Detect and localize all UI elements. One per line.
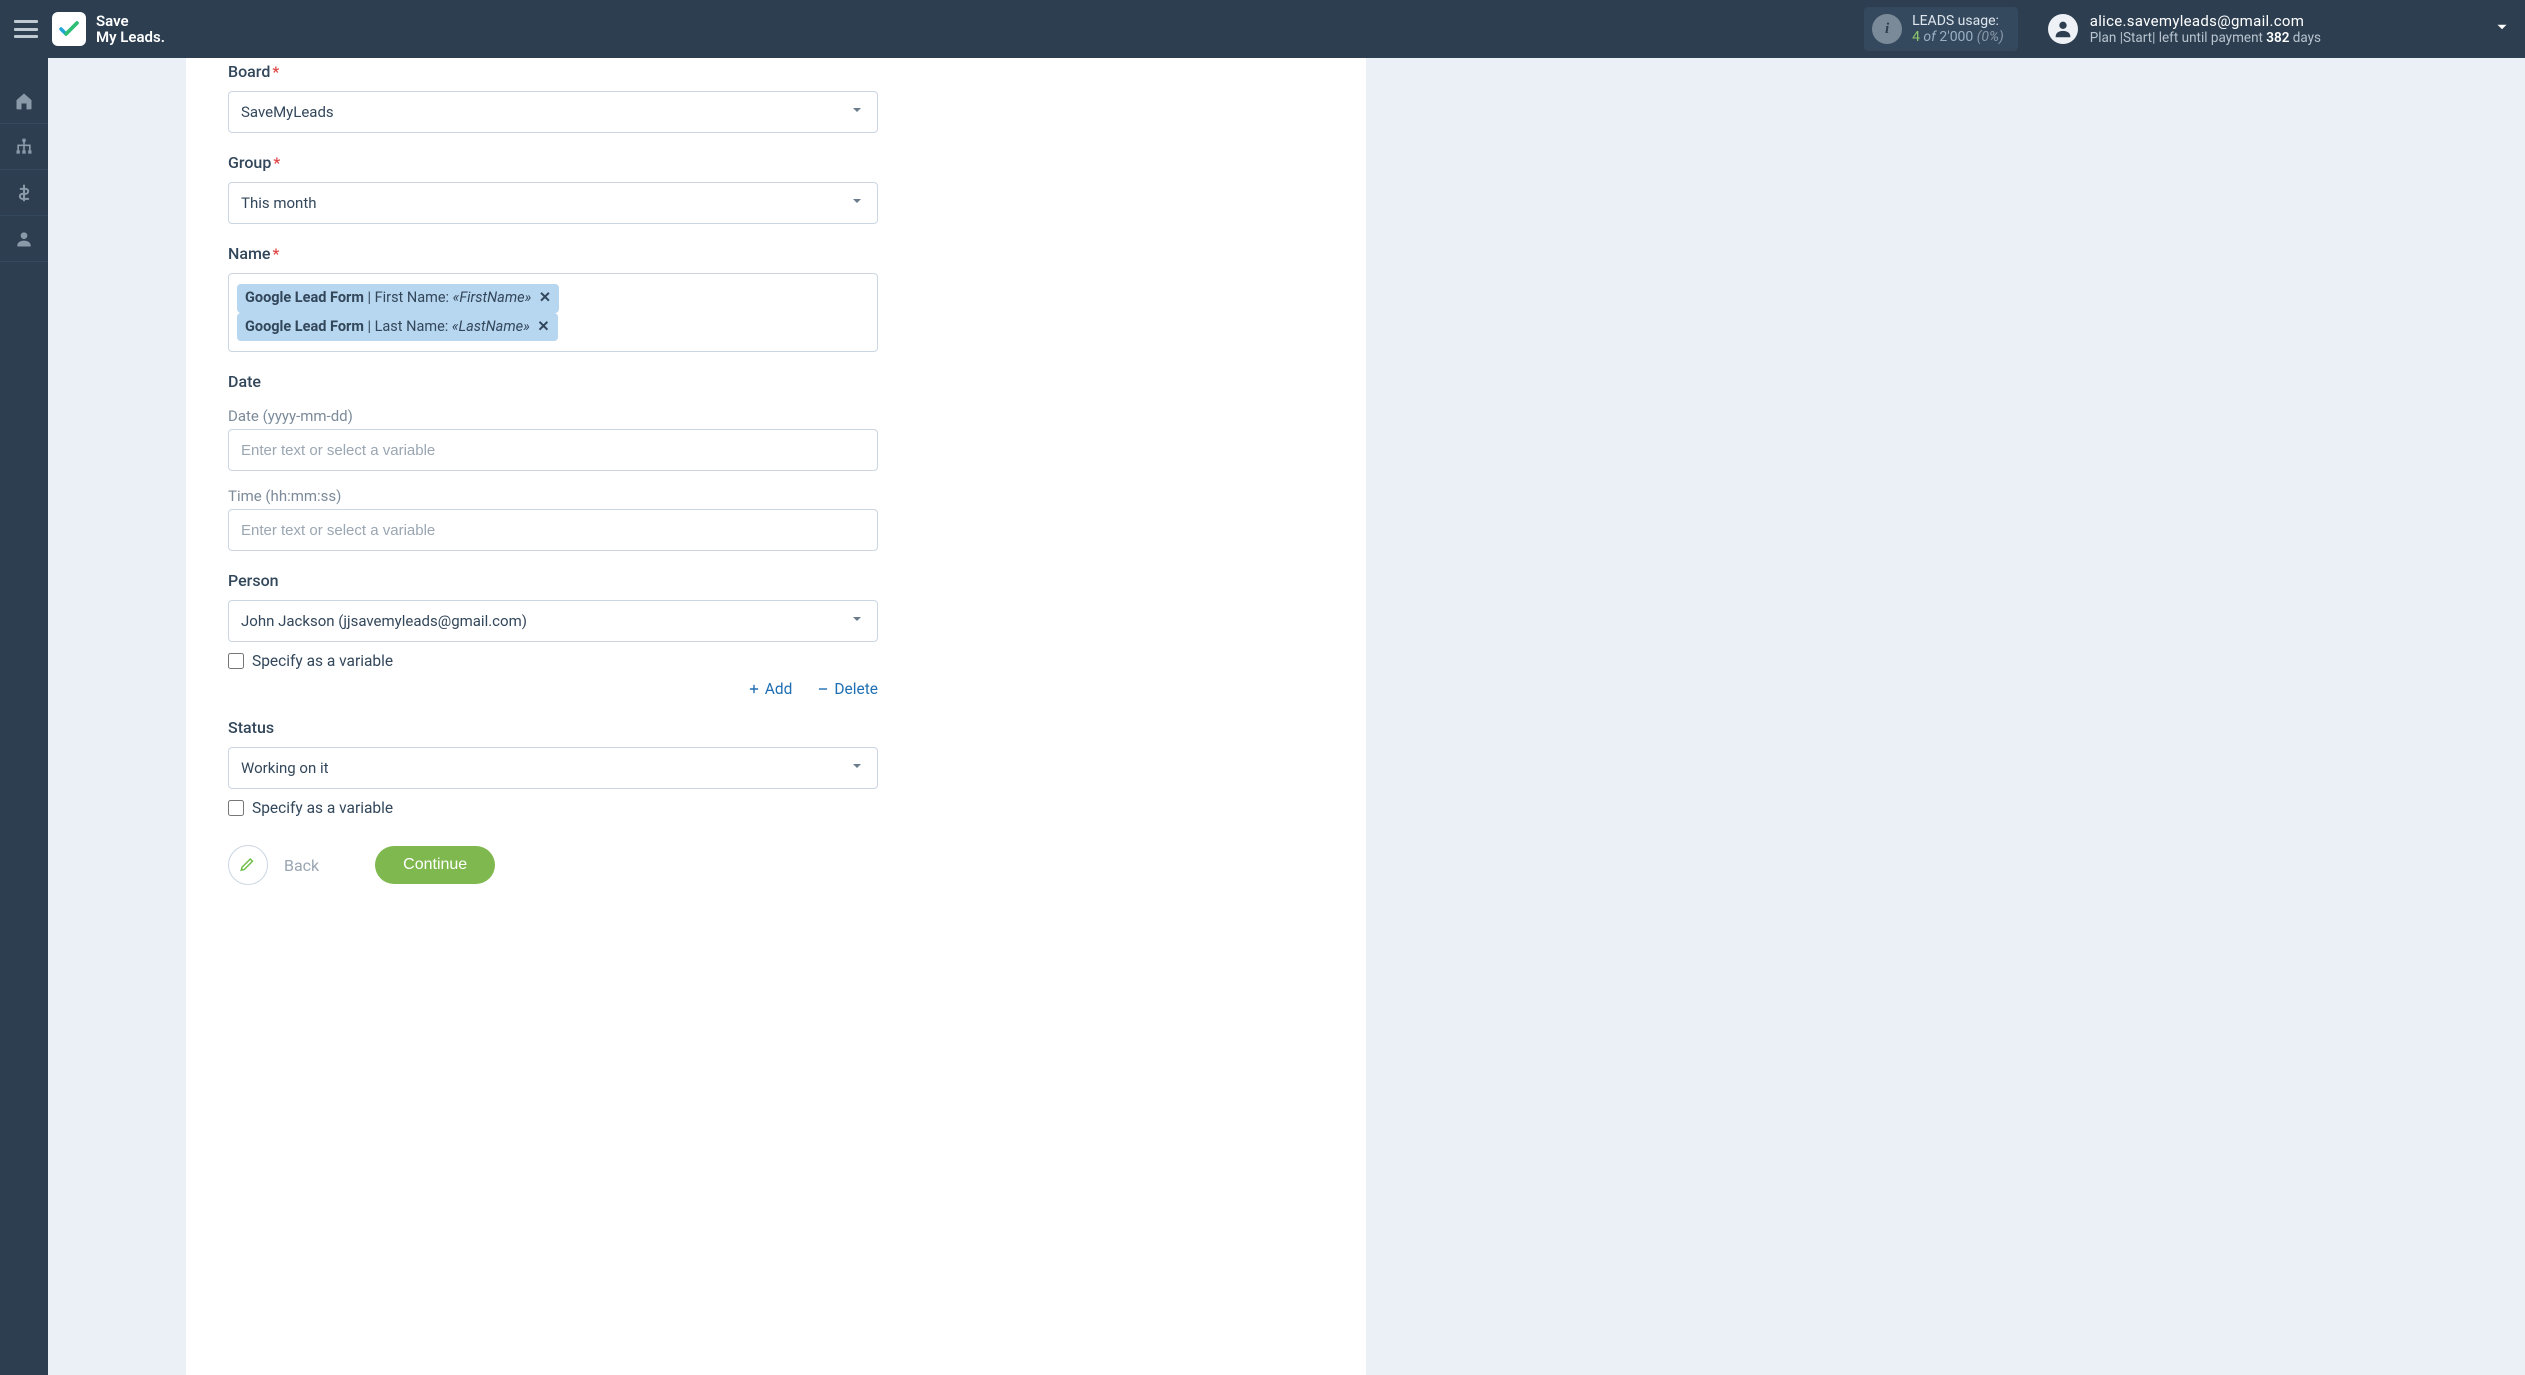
status-label: Status xyxy=(228,718,878,737)
chevron-down-icon xyxy=(849,193,865,213)
chevron-down-icon xyxy=(849,102,865,122)
continue-button[interactable]: Continue xyxy=(375,846,495,884)
status-value: Working on it xyxy=(241,759,329,777)
board-value: SaveMyLeads xyxy=(241,103,334,121)
date-label: Date xyxy=(228,372,878,391)
required-mark: * xyxy=(272,63,279,81)
person-label: Person xyxy=(228,571,878,590)
chevron-down-icon xyxy=(849,758,865,778)
token-remove-icon[interactable]: ✕ xyxy=(539,289,551,306)
sidebar xyxy=(0,58,48,1375)
name-tokenbox[interactable]: Google Lead Form | First Name: «FirstNam… xyxy=(228,273,878,352)
sidebar-item-connections[interactable] xyxy=(0,124,48,170)
person-select[interactable]: John Jackson (jjsavemyleads@gmail.com) xyxy=(228,600,878,642)
brand-line2: My Leads. xyxy=(96,29,165,46)
brand-line1: Save xyxy=(96,13,165,30)
usage-value: 4 of 2'000 (0%) xyxy=(1912,29,2004,45)
group-select[interactable]: This month xyxy=(228,182,878,224)
person-specify-row[interactable]: Specify as a variable xyxy=(228,652,878,670)
person-specify-checkbox[interactable] xyxy=(228,653,244,669)
hamburger-menu[interactable] xyxy=(14,20,38,38)
status-specify-label: Specify as a variable xyxy=(252,799,393,817)
chevron-down-icon xyxy=(849,611,865,631)
person-specify-label: Specify as a variable xyxy=(252,652,393,670)
back-button[interactable] xyxy=(228,845,268,885)
name-token-0[interactable]: Google Lead Form | First Name: «FirstNam… xyxy=(237,284,559,313)
avatar-icon xyxy=(2048,14,2078,44)
add-button[interactable]: Add xyxy=(747,680,793,698)
brand-text: Save My Leads. xyxy=(96,13,165,46)
status-specify-row[interactable]: Specify as a variable xyxy=(228,799,878,817)
chevron-down-icon[interactable] xyxy=(2493,18,2511,40)
name-label: Name xyxy=(228,244,270,263)
required-mark: * xyxy=(272,245,279,263)
status-specify-checkbox[interactable] xyxy=(228,800,244,816)
sidebar-item-home[interactable] xyxy=(0,78,48,124)
sidebar-item-account[interactable] xyxy=(0,216,48,262)
date-sublabel: Date (yyyy-mm-dd) xyxy=(228,407,878,425)
usage-box: i LEADS usage: 4 of 2'000 (0%) xyxy=(1864,7,2018,51)
group-value: This month xyxy=(241,194,316,212)
account-email: alice.savemyleads@gmail.com xyxy=(2090,12,2321,30)
sidebar-item-billing[interactable] xyxy=(0,170,48,216)
info-icon: i xyxy=(1872,14,1902,44)
usage-label: LEADS usage: xyxy=(1912,13,2004,29)
person-value: John Jackson (jjsavemyleads@gmail.com) xyxy=(241,612,527,630)
token-remove-icon[interactable]: ✕ xyxy=(537,318,549,335)
time-sublabel: Time (hh:mm:ss) xyxy=(228,487,878,505)
date-input[interactable] xyxy=(228,429,878,471)
delete-button[interactable]: Delete xyxy=(816,680,878,698)
board-label: Board xyxy=(228,62,270,81)
required-mark: * xyxy=(273,154,280,172)
account-block[interactable]: alice.savemyleads@gmail.com Plan |Start|… xyxy=(2048,12,2511,46)
account-plan: Plan |Start| left until payment 382 days xyxy=(2090,30,2321,46)
board-select[interactable]: SaveMyLeads xyxy=(228,91,878,133)
group-label: Group xyxy=(228,153,271,172)
status-select[interactable]: Working on it xyxy=(228,747,878,789)
back-label: Back xyxy=(284,856,319,875)
name-token-1[interactable]: Google Lead Form | Last Name: «LastName»… xyxy=(237,313,558,342)
time-input[interactable] xyxy=(228,509,878,551)
brand-logo xyxy=(52,12,86,46)
